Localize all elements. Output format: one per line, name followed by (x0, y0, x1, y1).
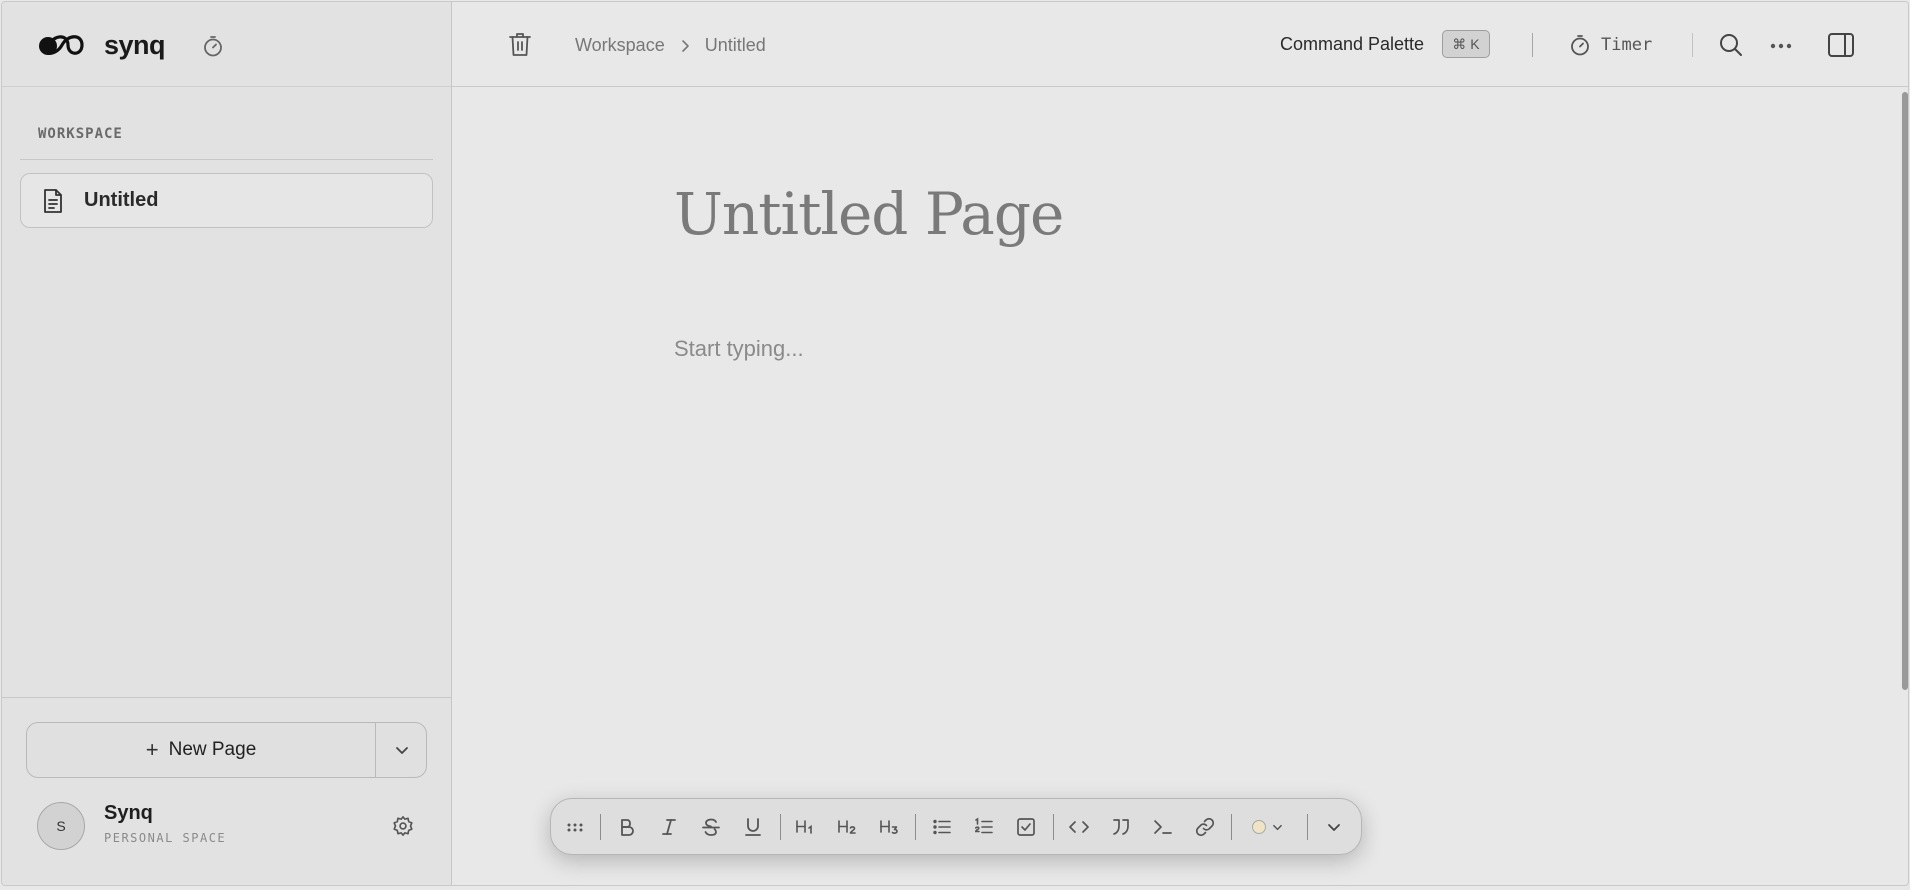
strikethrough-icon (702, 818, 720, 836)
scrollbar[interactable] (1902, 92, 1908, 690)
avatar[interactable]: S (37, 802, 85, 850)
heading-2-button[interactable] (833, 813, 861, 841)
app-name: synq (104, 30, 166, 60)
breadcrumb: Workspace Untitled (575, 35, 766, 56)
breadcrumb-current-page[interactable]: Untitled (705, 35, 766, 56)
workspace-section-label: WORKSPACE (38, 126, 123, 142)
heading-3-button[interactable] (875, 813, 903, 841)
user-name: Synq (104, 802, 153, 824)
color-swatch (1251, 820, 1266, 834)
drag-handle-icon (567, 823, 583, 832)
app-window: synq WORKSPACE Untitled + New Page S Syn… (1, 1, 1909, 886)
trash-icon[interactable] (508, 31, 532, 57)
sidebar-header: synq (2, 2, 451, 87)
bold-button[interactable] (613, 813, 641, 841)
divider (1053, 814, 1054, 840)
inline-code-button[interactable] (1065, 813, 1093, 841)
search-icon[interactable] (1718, 32, 1744, 58)
divider (1692, 33, 1693, 57)
strikethrough-button[interactable] (697, 813, 725, 841)
more-formatting-button[interactable] (1320, 813, 1348, 841)
sidebar-item-untitled[interactable]: Untitled (20, 173, 433, 228)
toggle-panel-icon[interactable] (1827, 32, 1855, 58)
divider (1231, 814, 1232, 840)
link-icon (1195, 817, 1215, 837)
editor: Untitled Page Start typing... (452, 88, 1908, 885)
bullet-list-button[interactable] (928, 813, 956, 841)
heading-3-icon (880, 820, 898, 834)
format-toolbar (550, 798, 1362, 855)
synq-logo-icon (39, 35, 84, 55)
text-color-button[interactable] (1244, 813, 1290, 841)
code-block-button[interactable] (1149, 813, 1177, 841)
quote-button[interactable] (1107, 813, 1135, 841)
heading-2-icon (838, 820, 856, 834)
numbered-list-button[interactable] (970, 813, 998, 841)
new-page-label: New Page (168, 739, 257, 760)
timer-icon[interactable] (1568, 33, 1592, 57)
gear-icon[interactable] (392, 815, 414, 837)
new-page-split-button: + New Page (26, 722, 427, 778)
sidebar: synq WORKSPACE Untitled + New Page S Syn… (2, 2, 452, 885)
chevron-down-icon (395, 747, 408, 754)
drag-handle-button[interactable] (561, 813, 589, 841)
divider (20, 159, 433, 160)
new-page-button[interactable]: + New Page (27, 723, 375, 777)
new-page-options-button[interactable] (376, 723, 427, 777)
user-space-label: PERSONAL SPACE (104, 831, 227, 845)
quote-icon (1113, 819, 1129, 835)
chevron-down-icon (1328, 824, 1340, 831)
divider (780, 814, 781, 840)
more-horizontal-icon[interactable] (1768, 33, 1794, 59)
italic-icon (662, 819, 676, 835)
chevron-down-icon (1272, 824, 1282, 830)
command-palette-button[interactable]: Command Palette (1280, 34, 1424, 55)
checklist-icon (1017, 818, 1035, 836)
link-button[interactable] (1191, 813, 1219, 841)
divider (600, 814, 601, 840)
document-icon (44, 189, 62, 213)
sidebar-item-label: Untitled (84, 189, 159, 211)
timer-button[interactable]: Timer (1601, 35, 1652, 55)
divider (2, 697, 451, 698)
editor-body-placeholder[interactable]: Start typing... (674, 336, 804, 362)
heading-1-icon (796, 820, 812, 834)
bullet-list-icon (933, 819, 951, 835)
chevron-right-icon (681, 39, 689, 52)
divider (915, 814, 916, 840)
top-bar: Workspace Untitled Command Palette ⌘ K T… (452, 2, 1908, 87)
numbered-list-icon (974, 817, 993, 834)
bold-icon (621, 819, 634, 836)
plus-icon: + (145, 737, 159, 762)
italic-button[interactable] (655, 813, 683, 841)
page-title[interactable]: Untitled Page (674, 180, 1064, 248)
underline-button[interactable] (739, 813, 767, 841)
underline-icon (745, 818, 761, 836)
divider (1307, 814, 1308, 840)
checklist-button[interactable] (1012, 813, 1040, 841)
timer-icon[interactable] (201, 34, 225, 58)
divider (1532, 33, 1533, 57)
terminal-icon (1154, 820, 1172, 834)
breadcrumb-workspace[interactable]: Workspace (575, 35, 665, 56)
code-icon (1069, 821, 1089, 833)
command-palette-shortcut: ⌘ K (1442, 30, 1490, 58)
heading-1-button[interactable] (791, 813, 819, 841)
